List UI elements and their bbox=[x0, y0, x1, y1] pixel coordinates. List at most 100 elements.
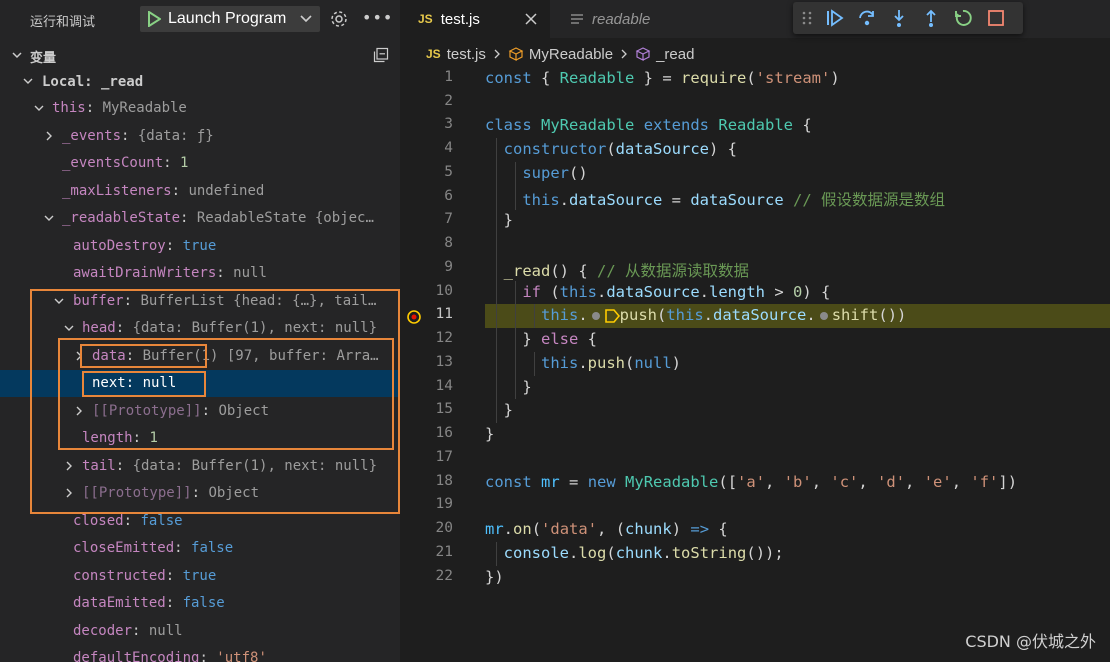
start-debugging-icon[interactable] bbox=[146, 11, 162, 27]
variable-value: true bbox=[182, 568, 217, 584]
code-line: 13 this.push(null) bbox=[435, 354, 682, 372]
watermark: CSDN @伏城之外 bbox=[965, 632, 1096, 651]
stop-icon[interactable] bbox=[986, 8, 1006, 28]
tab-label: readable bbox=[592, 10, 651, 28]
variables-section-header[interactable]: 变量 bbox=[0, 42, 400, 66]
code-line: 1 const { Readable } = require('stream') bbox=[444, 69, 840, 87]
variable-name: buffer bbox=[73, 293, 124, 309]
variable-name: head bbox=[82, 320, 116, 336]
code-line: 16} bbox=[435, 425, 495, 443]
variable-name: [[Prototype]] bbox=[92, 403, 202, 419]
variable-row[interactable]: tail: {data: Buffer(1), next: null} bbox=[0, 453, 400, 480]
variable-value: Buffer(1) [97, buffer: Arra… bbox=[142, 348, 379, 364]
chevron-right-icon bbox=[66, 488, 72, 498]
code-line: 10 if (this.dataSource.length > 0) { bbox=[435, 283, 831, 301]
indent-guide bbox=[534, 352, 535, 376]
variable-name: length bbox=[82, 430, 133, 446]
variable-row: closed: false bbox=[73, 513, 183, 529]
breadcrumb-method[interactable]: _read bbox=[656, 46, 694, 63]
breadcrumb-class[interactable]: MyReadable bbox=[529, 46, 613, 63]
variable-row[interactable]: data: Buffer(1) [97, buffer: Arra… bbox=[0, 343, 400, 370]
variable-name: [[Prototype]] bbox=[82, 485, 192, 501]
code-line: 19 bbox=[435, 496, 453, 512]
variable-name: _readableState bbox=[62, 210, 181, 226]
drag-handle-icon[interactable] bbox=[801, 8, 813, 28]
variable-row-selected[interactable]: next: null bbox=[0, 370, 400, 397]
class-icon bbox=[508, 47, 524, 61]
chevron-down-icon[interactable] bbox=[298, 10, 314, 26]
variable-name: closed bbox=[73, 513, 124, 529]
variable-row: dataEmitted: false bbox=[73, 595, 225, 611]
variable-value: false bbox=[191, 540, 234, 556]
step-over-icon[interactable] bbox=[857, 8, 877, 28]
continue-icon[interactable] bbox=[825, 8, 845, 28]
variable-row[interactable]: buffer: BufferList {head: {…}, tail… bbox=[0, 288, 400, 315]
variable-name: _events bbox=[62, 128, 122, 144]
step-out-icon[interactable] bbox=[921, 8, 941, 28]
tab-readable[interactable]: readable bbox=[550, 0, 698, 38]
variable-value: null bbox=[233, 265, 267, 281]
variable-name: constructed bbox=[73, 568, 166, 584]
current-statement-icon bbox=[604, 308, 620, 323]
variable-row: length: 1 bbox=[82, 430, 158, 446]
code-line: 20 mr.on('data', (chunk) => { bbox=[435, 520, 728, 538]
code-line: 9 _read() { // 从数据源读取数据 bbox=[444, 259, 750, 280]
variable-name: defaultEncoding bbox=[73, 650, 200, 662]
variable-name: awaitDrainWriters bbox=[73, 265, 217, 281]
chevron-right-icon bbox=[66, 461, 72, 471]
breadcrumb: JS test.js MyReadable _read bbox=[426, 44, 694, 64]
variable-value: 'utf8' bbox=[216, 650, 267, 662]
tab-test-js[interactable]: JS test.js bbox=[400, 0, 550, 38]
breadcrumb-file[interactable]: test.js bbox=[447, 46, 486, 63]
inline-breakpoint-icon[interactable] bbox=[819, 311, 828, 320]
js-file-icon: JS bbox=[426, 47, 441, 61]
variable-row[interactable]: this: MyReadable bbox=[0, 95, 400, 122]
variable-name: next bbox=[92, 375, 126, 391]
method-icon bbox=[635, 47, 651, 61]
debug-controls-toolbar bbox=[793, 2, 1023, 34]
variable-value: 1 bbox=[180, 155, 189, 171]
debug-sidebar: 运行和调试 Launch Program ••• 变量 Local: _read bbox=[0, 0, 400, 662]
variable-value: undefined bbox=[188, 183, 265, 199]
variable-row[interactable]: [[Prototype]]: Object bbox=[0, 398, 400, 425]
variable-value: BufferList {head: {…}, tail… bbox=[140, 293, 377, 309]
chevron-down-icon bbox=[10, 47, 24, 61]
inline-breakpoint-icon[interactable] bbox=[591, 311, 600, 320]
chevron-right-icon bbox=[76, 406, 82, 416]
launch-config-dropdown[interactable]: Launch Program bbox=[140, 6, 320, 32]
variable-row[interactable]: _readableState: ReadableState {objec… bbox=[0, 205, 400, 232]
current-execution-line: 11 this. push(this.dataSource. shift()) bbox=[400, 304, 1110, 328]
editor-area: JS test.js readable JS test.js MyReadabl… bbox=[400, 0, 1110, 662]
close-icon[interactable] bbox=[523, 11, 539, 27]
variable-value: ReadableState {objec… bbox=[196, 210, 374, 226]
restart-icon[interactable] bbox=[953, 8, 973, 28]
code-line: 4 constructor(dataSource) { bbox=[444, 140, 737, 158]
indent-guide bbox=[515, 162, 516, 210]
more-actions-icon[interactable]: ••• bbox=[362, 8, 392, 28]
chevron-right-icon bbox=[494, 49, 500, 59]
code-line: 3 class MyReadable extends Readable { bbox=[444, 116, 812, 134]
variable-row[interactable]: [[Prototype]]: Object bbox=[0, 480, 400, 507]
variable-row: awaitDrainWriters: null bbox=[73, 265, 267, 281]
scope-label: Local: _read bbox=[42, 74, 144, 90]
variable-name: closeEmitted bbox=[73, 540, 175, 556]
chevron-down-icon bbox=[44, 215, 54, 221]
variable-row[interactable]: _events: {data: ƒ} bbox=[0, 123, 400, 150]
gear-icon[interactable] bbox=[329, 9, 349, 29]
step-into-icon[interactable] bbox=[889, 8, 909, 28]
variable-value: false bbox=[182, 595, 225, 611]
debug-toolbar-header: 运行和调试 Launch Program ••• bbox=[0, 0, 400, 38]
code-line: 12 } else { bbox=[435, 330, 597, 348]
variable-value: MyReadable bbox=[102, 100, 187, 116]
variable-name: autoDestroy bbox=[73, 238, 166, 254]
collapse-all-icon[interactable] bbox=[373, 47, 389, 63]
scope-local[interactable]: Local: _read bbox=[0, 68, 400, 95]
variables-title: 变量 bbox=[30, 51, 57, 66]
variable-name: decoder bbox=[73, 623, 133, 639]
variable-value: false bbox=[140, 513, 183, 529]
variable-row[interactable]: head: {data: Buffer(1), next: null} bbox=[0, 315, 400, 342]
chevron-down-icon bbox=[64, 325, 74, 331]
indent-guide bbox=[515, 281, 516, 399]
code-line: 14 } bbox=[435, 378, 532, 396]
variable-row: autoDestroy: true bbox=[73, 238, 217, 254]
